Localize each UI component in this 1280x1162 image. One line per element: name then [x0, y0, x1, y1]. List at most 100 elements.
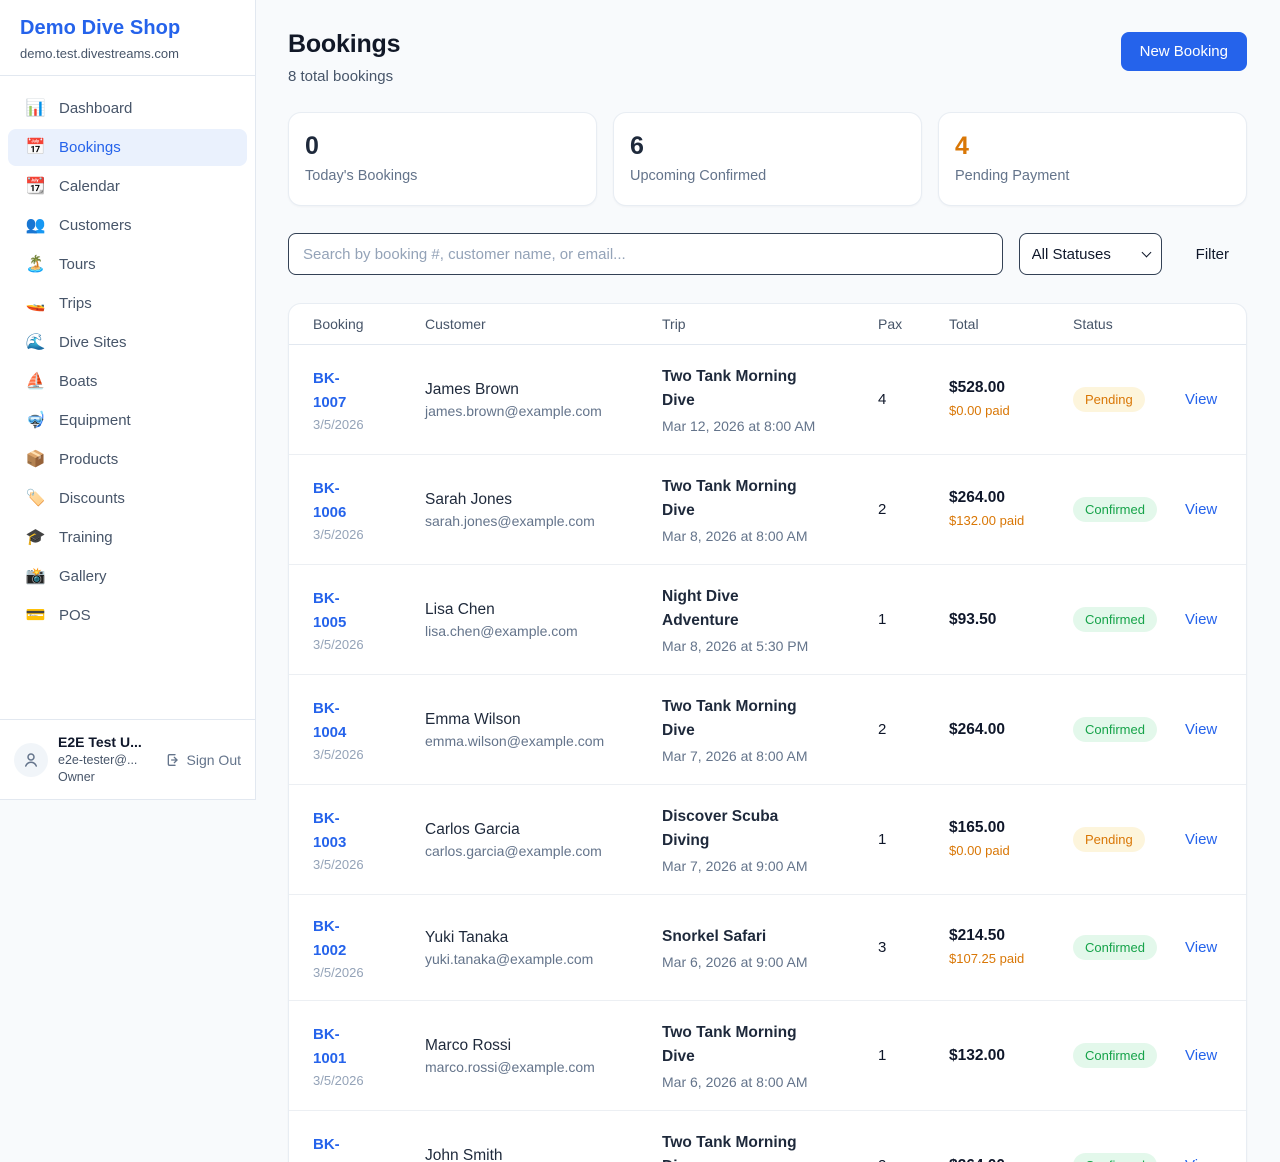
pax-value: 2	[878, 721, 949, 738]
trip-datetime: Mar 12, 2026 at 8:00 AM	[662, 418, 878, 434]
customer-email: marco.rossi@example.com	[425, 1059, 662, 1075]
search-input[interactable]	[288, 233, 1003, 275]
trip-datetime: Mar 7, 2026 at 9:00 AM	[662, 858, 878, 874]
view-link[interactable]: View	[1185, 1047, 1217, 1064]
actions-cell: View	[1185, 1157, 1222, 1162]
booking-id-link[interactable]: BK-1003	[313, 807, 369, 855]
customer-email: carlos.garcia@example.com	[425, 843, 662, 859]
view-link[interactable]: View	[1185, 611, 1217, 628]
actions-cell: View	[1185, 831, 1222, 849]
shop-name: Demo Dive Shop	[20, 17, 235, 40]
stat-label: Pending Payment	[955, 168, 1230, 184]
avatar	[14, 743, 48, 777]
sidebar-item-boats[interactable]: ⛵Boats	[8, 363, 247, 400]
status-badge: Pending	[1073, 387, 1145, 412]
sidebar-item-dive-sites[interactable]: 🌊Dive Sites	[8, 324, 247, 361]
filter-row: All Statuses Filter	[288, 233, 1247, 275]
booking-date: 3/5/2026	[313, 527, 425, 542]
total-amount: $528.00	[949, 379, 1073, 397]
trip-cell: Two Tank Morning Dive Mar 8, 2026 at 8:0…	[662, 475, 878, 544]
sidebar-item-label: Calendar	[59, 178, 120, 195]
trips-icon: 🚤	[25, 296, 46, 312]
status-cell: Confirmed	[1073, 935, 1185, 960]
stat-value: 0	[305, 132, 580, 161]
sidebar-item-label: Bookings	[59, 139, 121, 156]
view-link[interactable]: View	[1185, 391, 1217, 408]
trip-name: Two Tank Morning Dive	[662, 475, 812, 523]
status-badge: Confirmed	[1073, 1043, 1157, 1068]
trip-datetime: Mar 8, 2026 at 8:00 AM	[662, 528, 878, 544]
view-link[interactable]: View	[1185, 831, 1217, 848]
sidebar-item-equipment[interactable]: 🤿Equipment	[8, 402, 247, 439]
total-amount: $264.00	[949, 1157, 1073, 1162]
table-row: BK-1002 3/5/2026 Yuki Tanaka yuki.tanaka…	[289, 894, 1246, 1000]
view-link[interactable]: View	[1185, 1157, 1217, 1162]
new-booking-button[interactable]: New Booking	[1121, 32, 1247, 71]
trip-datetime: Mar 6, 2026 at 8:00 AM	[662, 1074, 878, 1090]
status-cell: Pending	[1073, 387, 1185, 412]
filter-button[interactable]: Filter	[1178, 238, 1247, 271]
pax-value: 2	[878, 1157, 949, 1162]
customer-name: Marco Rossi	[425, 1037, 662, 1055]
booking-id-link[interactable]: BK-1000	[313, 1133, 369, 1162]
total-amount: $165.00	[949, 819, 1073, 837]
user-icon	[22, 751, 40, 769]
customer-name: Emma Wilson	[425, 711, 662, 729]
booking-id-link[interactable]: BK-1006	[313, 477, 369, 525]
trip-name: Two Tank Morning Dive	[662, 695, 812, 743]
view-link[interactable]: View	[1185, 939, 1217, 956]
customer-cell: John Smith john.smith@example.com	[425, 1147, 662, 1162]
trip-name: Two Tank Morning Dive	[662, 1131, 812, 1162]
customer-cell: Lisa Chen lisa.chen@example.com	[425, 601, 662, 639]
status-badge: Confirmed	[1073, 497, 1157, 522]
status-badge: Confirmed	[1073, 717, 1157, 742]
sidebar-item-trips[interactable]: 🚤Trips	[8, 285, 247, 322]
total-cell: $132.00	[949, 1047, 1073, 1065]
trip-datetime: Mar 8, 2026 at 5:30 PM	[662, 638, 878, 654]
pax-value: 4	[878, 391, 949, 408]
column-header-total: Total	[949, 316, 1073, 332]
booking-date: 3/5/2026	[313, 637, 425, 652]
booking-id-link[interactable]: BK-1004	[313, 697, 369, 745]
booking-id-link[interactable]: BK-1007	[313, 367, 369, 415]
sidebar-item-label: Training	[59, 529, 113, 546]
main-content: Bookings 8 total bookings New Booking 0T…	[256, 0, 1280, 1162]
booking-cell: BK-1007 3/5/2026	[313, 367, 425, 432]
sidebar-item-label: POS	[59, 607, 91, 624]
user-email: e2e-tester@...	[58, 752, 155, 769]
sidebar-item-label: Boats	[59, 373, 97, 390]
sidebar-item-bookings[interactable]: 📅Bookings	[8, 129, 247, 166]
stat-card-today-s-bookings: 0Today's Bookings	[288, 112, 597, 206]
status-badge: Confirmed	[1073, 1153, 1157, 1162]
booking-cell: BK-1003 3/5/2026	[313, 807, 425, 872]
sidebar-item-training[interactable]: 🎓Training	[8, 519, 247, 556]
booking-id-link[interactable]: BK-1005	[313, 587, 369, 635]
customer-name: James Brown	[425, 381, 662, 399]
booking-id-link[interactable]: BK-1001	[313, 1023, 369, 1071]
sidebar-item-products[interactable]: 📦Products	[8, 441, 247, 478]
sidebar: Demo Dive Shop demo.test.divestreams.com…	[0, 0, 256, 800]
view-link[interactable]: View	[1185, 501, 1217, 518]
sidebar-item-dashboard[interactable]: 📊Dashboard	[8, 90, 247, 127]
sidebar-item-customers[interactable]: 👥Customers	[8, 207, 247, 244]
view-link[interactable]: View	[1185, 721, 1217, 738]
actions-cell: View	[1185, 391, 1222, 409]
booking-id-link[interactable]: BK-1002	[313, 915, 369, 963]
status-cell: Confirmed	[1073, 607, 1185, 632]
sidebar-item-label: Gallery	[59, 568, 107, 585]
status-filter-select[interactable]: All Statuses	[1019, 233, 1162, 275]
sidebar-item-pos[interactable]: 💳POS	[8, 597, 247, 634]
sign-out-button[interactable]: Sign Out	[165, 752, 241, 768]
sidebar-item-discounts[interactable]: 🏷️Discounts	[8, 480, 247, 517]
stat-label: Upcoming Confirmed	[630, 168, 905, 184]
trip-name: Two Tank Morning Dive	[662, 365, 812, 413]
status-cell: Pending	[1073, 827, 1185, 852]
calendar-icon: 📆	[25, 179, 46, 195]
total-amount: $132.00	[949, 1047, 1073, 1065]
actions-cell: View	[1185, 501, 1222, 519]
sidebar-item-calendar[interactable]: 📆 Calendar	[8, 168, 247, 205]
user-meta: E2E Test U... e2e-tester@... Owner	[58, 733, 155, 786]
customer-name: Yuki Tanaka	[425, 929, 662, 947]
sidebar-item-gallery[interactable]: 📸Gallery	[8, 558, 247, 595]
sidebar-item-tours[interactable]: 🏝️Tours	[8, 246, 247, 283]
